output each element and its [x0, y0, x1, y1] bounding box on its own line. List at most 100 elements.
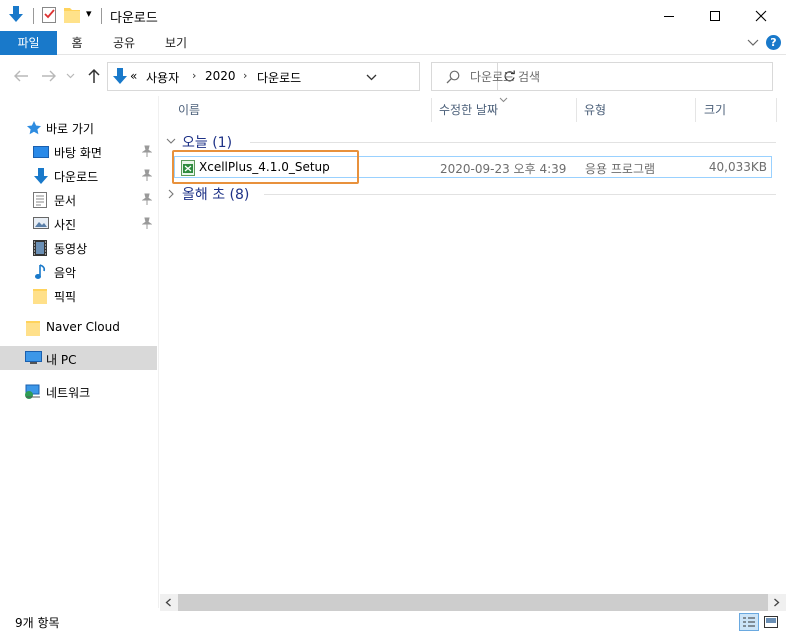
column-divider[interactable]	[776, 98, 777, 122]
nav-label: 동영상	[54, 242, 88, 256]
horizontal-scrollbar[interactable]	[160, 594, 786, 611]
search-icon	[446, 70, 460, 84]
nav-item-this-pc[interactable]: 내 PC	[0, 346, 157, 370]
nav-label: 네트워크	[46, 386, 91, 400]
nav-label: 바탕 화면	[54, 146, 102, 160]
chevron-down-icon	[366, 74, 377, 81]
breadcrumb-separator-icon[interactable]: ›	[243, 69, 247, 82]
maximize-icon	[710, 10, 720, 21]
window-title: 다운로드	[110, 11, 158, 26]
pin-icon[interactable]	[142, 217, 152, 229]
tab-share[interactable]: 공유	[100, 31, 148, 55]
highlight-box	[172, 150, 359, 184]
nav-item-network[interactable]: 네트워크	[0, 380, 157, 402]
minimize-button[interactable]	[646, 0, 692, 31]
download-folder-icon	[112, 68, 128, 86]
properties-icon[interactable]	[42, 6, 57, 23]
breadcrumb-overflow[interactable]: «	[130, 69, 137, 83]
breadcrumb-2020[interactable]: 2020	[205, 69, 236, 83]
music-icon	[35, 264, 51, 280]
document-icon	[33, 192, 49, 208]
back-arrow-icon	[14, 70, 28, 82]
status-bar: 9개 항목	[0, 611, 786, 634]
search-input[interactable]	[470, 67, 760, 87]
group-divider	[250, 142, 776, 143]
pin-icon[interactable]	[142, 145, 152, 157]
nav-item-music[interactable]: 음악	[0, 260, 157, 282]
tab-file[interactable]: 파일	[0, 31, 57, 55]
nav-item-picpick[interactable]: 픽픽	[0, 284, 157, 306]
network-icon	[24, 384, 40, 400]
nav-item-pictures[interactable]: 사진	[0, 212, 157, 234]
group-header-earlier-this-year[interactable]: 올해 초 (8)	[166, 184, 776, 204]
column-header-type[interactable]: 유형	[584, 96, 606, 124]
up-button[interactable]	[84, 66, 104, 86]
picture-icon	[33, 216, 49, 232]
nav-item-naver-cloud[interactable]: Naver Cloud	[0, 316, 157, 338]
details-view-icon	[743, 617, 755, 627]
navigation-pane: 바로 가기 바탕 화면 다운로드 문서 사진 동영상 음악 픽픽 Naver C…	[0, 96, 158, 604]
help-button[interactable]: ?	[766, 35, 781, 50]
scroll-thumb[interactable]	[178, 594, 768, 611]
chevron-down-icon	[66, 73, 74, 79]
breadcrumb-users[interactable]: 사용자	[146, 69, 179, 86]
search-box[interactable]	[431, 62, 773, 91]
address-bar[interactable]: « 사용자 › 2020 › 다운로드	[107, 62, 515, 91]
maximize-button[interactable]	[692, 0, 738, 31]
star-icon	[26, 120, 42, 136]
tab-view[interactable]: 보기	[152, 31, 200, 55]
group-header-today[interactable]: 오늘 (1)	[166, 132, 776, 152]
back-button[interactable]	[11, 66, 31, 86]
forward-button[interactable]	[39, 66, 59, 86]
scroll-left-icon[interactable]	[165, 598, 172, 607]
pin-icon[interactable]	[142, 169, 152, 181]
pane-splitter[interactable]	[158, 96, 159, 608]
minimize-icon	[664, 15, 674, 17]
nav-item-documents[interactable]: 문서	[0, 188, 157, 210]
column-divider[interactable]	[695, 98, 696, 122]
large-icons-view-icon	[764, 616, 778, 628]
ribbon-expand-chevron-icon[interactable]	[747, 37, 759, 47]
column-header-modified[interactable]: 수정한 날짜	[439, 96, 498, 124]
pin-icon[interactable]	[142, 193, 152, 205]
forward-arrow-icon	[42, 70, 56, 82]
large-icons-view-button[interactable]	[761, 613, 781, 631]
nav-label: 음악	[54, 266, 77, 280]
column-divider[interactable]	[431, 98, 432, 122]
group-divider	[264, 194, 776, 195]
download-icon	[33, 168, 49, 184]
nav-quick-access[interactable]: 바로 가기	[0, 116, 157, 138]
breadcrumb-downloads[interactable]: 다운로드	[257, 69, 301, 86]
sort-chevron-icon	[499, 97, 508, 103]
qat-customize-dropdown[interactable]: ▾	[86, 7, 92, 20]
chevron-down-icon[interactable]	[166, 138, 176, 145]
group-label: 오늘 (1)	[182, 135, 233, 151]
file-type: 응용 프로그램	[585, 162, 656, 176]
title-bar: ▾ 다운로드	[0, 0, 786, 31]
address-row: « 사용자 › 2020 › 다운로드	[0, 56, 786, 96]
details-view-button[interactable]	[739, 613, 759, 631]
close-button[interactable]	[738, 0, 784, 31]
new-folder-icon[interactable]	[64, 6, 80, 23]
nav-label: 다운로드	[54, 170, 99, 184]
nav-label: 픽픽	[54, 290, 77, 304]
group-label: 올해 초 (8)	[182, 187, 250, 203]
qat-divider	[33, 8, 34, 24]
close-icon	[755, 10, 767, 21]
column-header-size[interactable]: 크기	[704, 96, 726, 124]
scroll-right-icon[interactable]	[773, 598, 780, 607]
breadcrumb-separator-icon[interactable]: ›	[192, 69, 196, 82]
address-history-dropdown[interactable]	[366, 74, 377, 81]
tab-home[interactable]: 홈	[57, 31, 97, 55]
ribbon-tabs: 파일 홈 공유 보기 ?	[0, 31, 786, 55]
nav-label: 바로 가기	[46, 122, 94, 136]
recent-locations-button[interactable]	[64, 66, 76, 86]
nav-item-desktop[interactable]: 바탕 화면	[0, 140, 157, 162]
chevron-right-icon[interactable]	[168, 189, 175, 199]
nav-label: 문서	[54, 194, 77, 208]
column-divider[interactable]	[576, 98, 577, 122]
column-header-name[interactable]: 이름	[178, 96, 200, 124]
nav-item-downloads[interactable]: 다운로드	[0, 164, 157, 186]
nav-item-videos[interactable]: 동영상	[0, 236, 157, 258]
video-icon	[33, 240, 49, 256]
